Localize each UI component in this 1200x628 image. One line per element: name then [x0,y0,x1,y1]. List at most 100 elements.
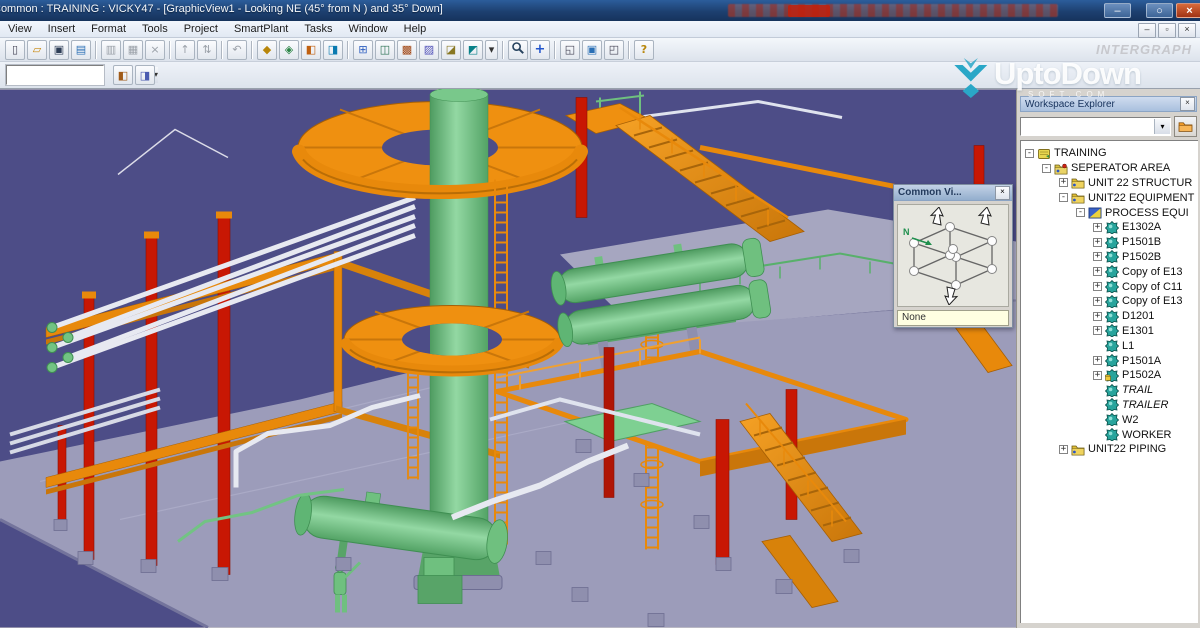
tree-item-worker[interactable]: WORKER [1021,427,1198,442]
equipment-icon [1105,265,1119,278]
menu-format[interactable]: Format [83,22,134,36]
close-button[interactable]: × [1176,3,1200,18]
tree-item-copy-of-e13-2[interactable]: +Copy of E13 [1021,294,1198,309]
undo-button[interactable]: ↶ [227,40,247,60]
swap-button[interactable]: ⇅ [197,40,217,60]
new-button[interactable]: ▯ [5,40,25,60]
fit-view-button[interactable]: ▣ [582,40,602,60]
tree-item-unit22-piping[interactable]: +UNIT22 PIPING [1021,442,1198,457]
save-button[interactable]: ▣ [49,40,69,60]
workspace-explorer-header[interactable]: Workspace Explorer × [1020,96,1197,112]
tree-item-unit22-equipment[interactable]: -UNIT22 EQUIPMENT [1021,190,1198,205]
expand-toggle[interactable]: + [1093,252,1102,261]
render-button[interactable]: ◩ [463,40,483,60]
views-dropdown-button[interactable]: ▾ [485,40,498,60]
help-button[interactable]: ? [634,40,654,60]
tree-item-p1501a[interactable]: +P1501A [1021,353,1198,368]
previous-view-button[interactable]: ◰ [604,40,624,60]
route-button[interactable]: ◆ [257,40,277,60]
menu-window[interactable]: Window [341,22,396,36]
define-workspace-button[interactable]: ⊞ [353,40,373,60]
menu-insert[interactable]: Insert [40,22,84,36]
menu-smartplant[interactable]: SmartPlant [226,22,296,36]
expand-toggle[interactable]: + [1093,282,1102,291]
mdi-close-button[interactable]: × [1178,23,1196,38]
expand-toggle[interactable]: + [1093,297,1102,306]
tree-item-copy-of-c11[interactable]: +Copy of C11 [1021,279,1198,294]
capture-button[interactable]: ◪ [441,40,461,60]
format-view-button[interactable]: ◨ [135,65,155,85]
expand-toggle[interactable]: - [1042,164,1051,173]
expand-toggle[interactable]: - [1076,208,1085,217]
tree-item-seperator-area[interactable]: -SEPERATOR AREA [1021,161,1198,176]
expand-toggle[interactable]: - [1025,149,1034,158]
open-button[interactable]: ▱ [27,40,47,60]
tree-item-p1502a[interactable]: +P1502A [1021,368,1198,383]
common-views-titlebar[interactable]: Common Vi... × [894,185,1012,201]
maximize-button[interactable]: ○ [1146,3,1173,18]
tree-item-copy-of-e13-1[interactable]: +Copy of E13 [1021,264,1198,279]
browse-button[interactable] [1174,116,1197,137]
menu-tools[interactable]: Tools [134,22,176,36]
copy-button[interactable]: ▥ [101,40,121,60]
common-views-cube[interactable]: N [897,204,1009,307]
menu-help[interactable]: Help [396,22,435,36]
zoom-tool-button[interactable] [508,40,528,60]
workspace-explorer-panel: Workspace Explorer × ▾ -TRAINING -SEPERA… [1016,89,1200,628]
tree-item-p1501b[interactable]: +P1501B [1021,235,1198,250]
expand-toggle[interactable]: + [1093,223,1102,232]
menu-view[interactable]: View [0,22,40,36]
secondary-toolbar: ▾ ◧ ◨ [0,62,1200,89]
expand-toggle[interactable]: + [1093,326,1102,335]
tree-item-e1302a[interactable]: +E1302A [1021,220,1198,235]
expand-toggle[interactable] [1093,430,1102,439]
mdi-restore-button[interactable]: ▫ [1158,23,1176,38]
paste-button[interactable]: ▦ [123,40,143,60]
workspace-filter-input[interactable] [1021,120,1154,132]
workspace-filter-combobox[interactable]: ▾ [1020,117,1171,136]
tree-item-unit22-structure[interactable]: +UNIT 22 STRUCTUR [1021,176,1198,191]
clip-volume-button[interactable]: ◫ [375,40,395,60]
expand-toggle[interactable]: + [1093,238,1102,247]
menu-project[interactable]: Project [176,22,226,36]
sketch-button[interactable]: ◈ [279,40,299,60]
expand-toggle[interactable]: + [1059,445,1068,454]
expand-toggle[interactable]: + [1059,178,1068,187]
properties-button[interactable]: ▤ [71,40,91,60]
tree-item-trailer[interactable]: TRAILER [1021,398,1198,413]
zoom-area-button[interactable]: ◱ [560,40,580,60]
mdi-minimize-button[interactable]: – [1138,23,1156,38]
chevron-down-icon[interactable]: ▾ [1154,119,1170,134]
window-area-button[interactable]: ▨ [419,40,439,60]
graphic-view-3d-canvas[interactable] [0,89,1016,628]
expand-toggle[interactable]: + [1093,371,1102,380]
expand-toggle[interactable] [1093,400,1102,409]
tree-item-e1301[interactable]: +E1301 [1021,324,1198,339]
tree-item-process-equipment[interactable]: -PROCESS EQUI [1021,205,1198,220]
locate-filter-combobox[interactable]: ▾ [6,65,104,85]
tree-item-l1[interactable]: L1 [1021,338,1198,353]
minimize-button[interactable]: – [1104,3,1131,18]
expand-toggle[interactable]: - [1059,193,1068,202]
surface-style-rules-button[interactable]: ◧ [113,65,133,85]
move-up-button[interactable]: ↑ [175,40,195,60]
delete-button[interactable]: × [145,40,165,60]
filter-button[interactable]: ▩ [397,40,417,60]
pan-button[interactable]: + [530,40,550,60]
surface-style-button[interactable]: ◨ [323,40,343,60]
measure-button[interactable]: ◧ [301,40,321,60]
expand-toggle[interactable]: + [1093,312,1102,321]
tree-item-p1502b[interactable]: +P1502B [1021,250,1198,265]
expand-toggle[interactable] [1093,341,1102,350]
tree-item-d1201[interactable]: +D1201 [1021,309,1198,324]
close-icon[interactable]: × [995,186,1010,200]
menu-tasks[interactable]: Tasks [296,22,340,36]
close-icon[interactable]: × [1180,97,1195,111]
tree-item-trail[interactable]: TRAIL [1021,383,1198,398]
expand-toggle[interactable] [1093,386,1102,395]
expand-toggle[interactable] [1093,415,1102,424]
tree-item-training[interactable]: -TRAINING [1021,146,1198,161]
expand-toggle[interactable]: + [1093,267,1102,276]
tree-item-w2[interactable]: W2 [1021,412,1198,427]
expand-toggle[interactable]: + [1093,356,1102,365]
